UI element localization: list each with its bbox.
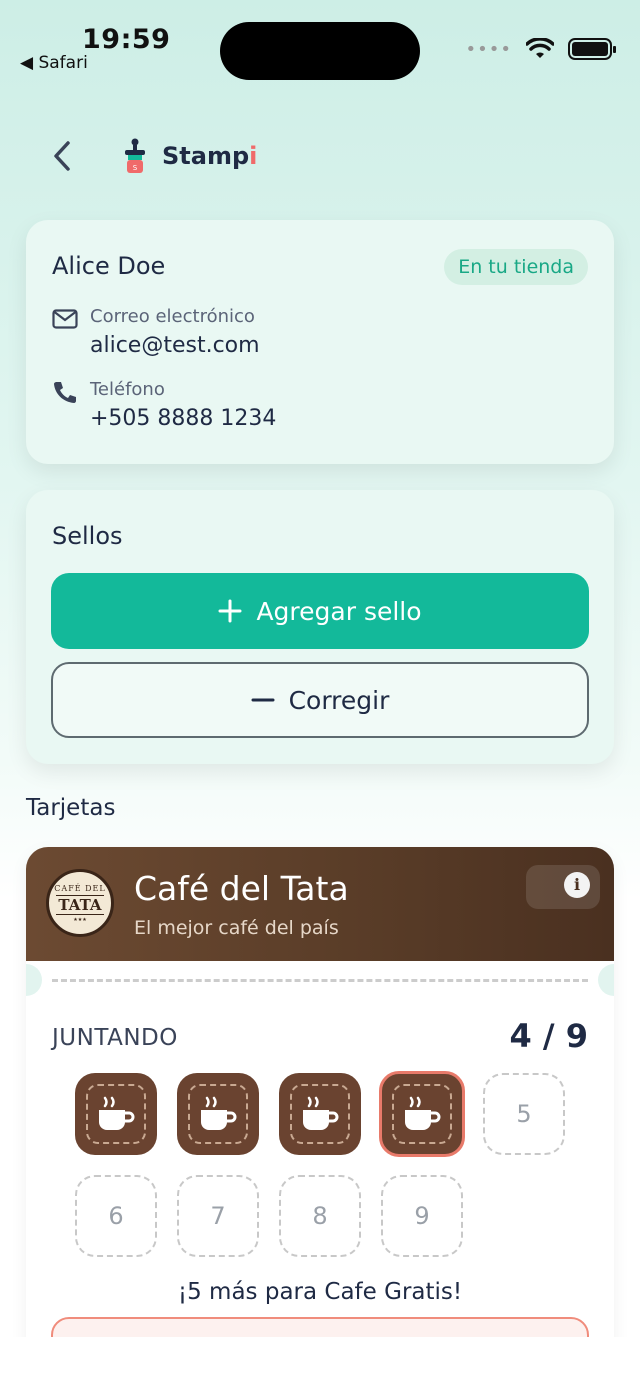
remaining-stamps-text: ¡5 más para Cafe Gratis! <box>177 1279 463 1305</box>
coffee-cup-icon <box>99 1096 135 1130</box>
customer-name: Alice Doe <box>52 252 166 280</box>
customer-card: Alice Doe En tu tienda Correo electrónic… <box>26 220 614 464</box>
status-badge: En tu tienda <box>444 249 588 285</box>
shop-tagline: El mejor café del país <box>134 917 339 939</box>
back-arrow-icon[interactable] <box>46 138 82 174</box>
add-stamp-label: Agregar sello <box>256 596 422 626</box>
stamps-title: Sellos <box>52 522 123 550</box>
coffee-cup-icon <box>405 1096 441 1130</box>
correct-label: Corregir <box>288 685 390 715</box>
status-indicators: •••• <box>465 38 616 60</box>
email-label: Correo electrónico <box>90 306 255 327</box>
shop-logo: CAFÉ DEL TATA ★★★ <box>46 869 114 937</box>
stamp-slot-8: 8 <box>279 1175 361 1257</box>
stamp-slot-2 <box>177 1073 259 1155</box>
back-to-safari[interactable]: ◀ Safari <box>20 53 88 73</box>
stamp-slot-7: 7 <box>177 1175 259 1257</box>
minus-icon <box>251 698 275 702</box>
wifi-icon <box>526 38 554 58</box>
coffee-cup-icon <box>201 1096 237 1130</box>
cards-section-title: Tarjetas <box>26 795 116 821</box>
mail-icon <box>52 309 78 329</box>
correct-button[interactable]: Corregir <box>51 662 589 738</box>
ticket-notch-right <box>598 964 614 996</box>
info-icon[interactable]: i <box>564 872 590 898</box>
loyalty-card[interactable]: CAFÉ DEL TATA ★★★ Café del Tata El mejor… <box>26 847 614 1367</box>
collecting-status: JUNTANDO <box>52 1025 178 1051</box>
stamp-progress: 4 / 9 <box>509 1017 589 1055</box>
phone-row: Teléfono +505 8888 1234 <box>52 379 276 431</box>
status-time: 19:59 <box>82 24 171 55</box>
loyalty-card-header: CAFÉ DEL TATA ★★★ Café del Tata El mejor… <box>26 847 614 961</box>
plus-icon <box>218 599 242 623</box>
battery-icon <box>568 38 616 60</box>
add-stamp-button[interactable]: Agregar sello <box>51 573 589 649</box>
email-value: alice@test.com <box>90 333 260 358</box>
stamps-card: Sellos Agregar sello Corregir <box>26 490 614 764</box>
signal-icon: •••• <box>465 38 512 60</box>
stamp-slot-6: 6 <box>75 1175 157 1257</box>
stamp-slot-3 <box>279 1073 361 1155</box>
bottom-safe-area <box>0 1337 640 1391</box>
phone-icon <box>54 382 76 403</box>
app-logo: S Stampi <box>122 138 257 174</box>
stamp-slot-5: 5 <box>483 1073 565 1155</box>
phone-label: Teléfono <box>90 379 165 400</box>
svg-text:S: S <box>133 164 138 172</box>
ticket-notch-left <box>26 964 42 996</box>
stamp-logo-icon: S <box>125 138 145 173</box>
stamp-slot-1 <box>75 1073 157 1155</box>
stamp-slot-9: 9 <box>381 1175 463 1257</box>
dashed-divider <box>52 979 588 982</box>
brand-name: Stampi <box>162 142 258 170</box>
phone-value: +505 8888 1234 <box>90 406 277 431</box>
shop-name: Café del Tata <box>134 869 349 908</box>
stamp-slot-4 <box>379 1071 465 1157</box>
coffee-cup-icon <box>303 1096 339 1130</box>
dynamic-island <box>220 22 420 80</box>
email-row: Correo electrónico alice@test.com <box>52 306 260 358</box>
